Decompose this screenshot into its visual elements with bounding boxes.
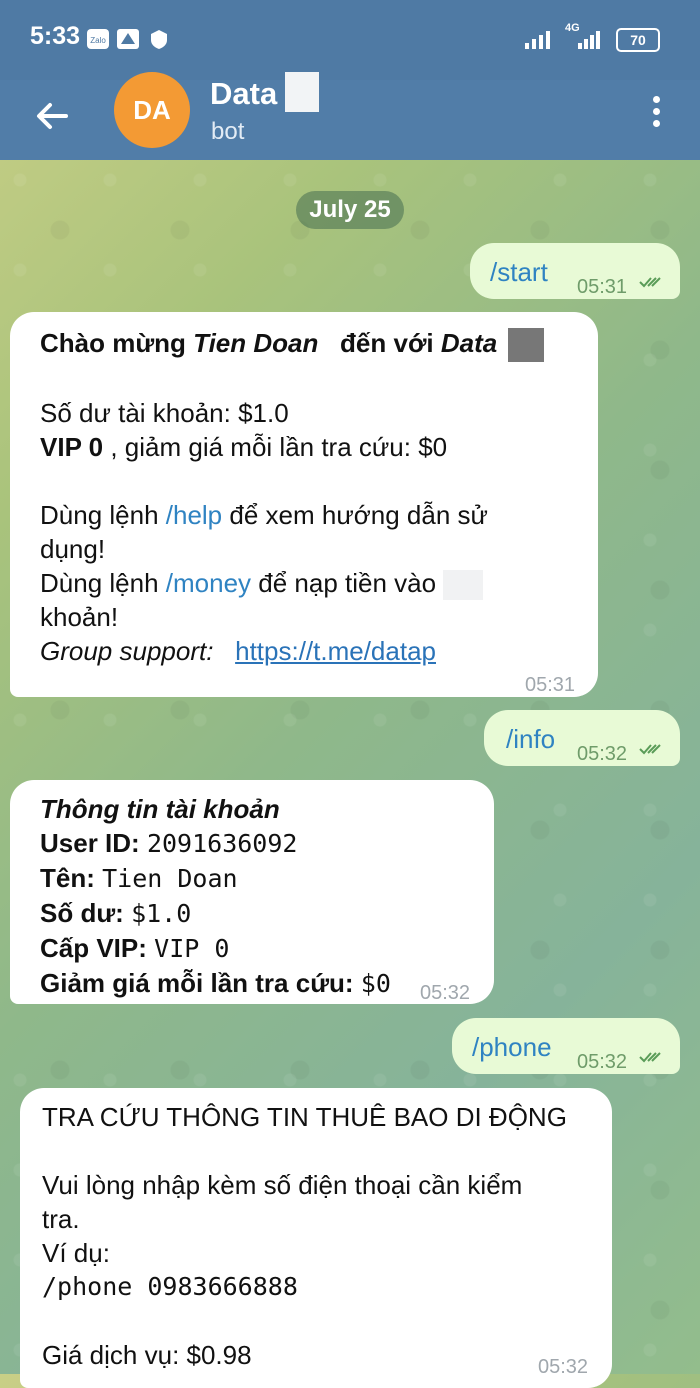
zalo-icon: Zalo <box>87 29 109 49</box>
redacted-block <box>508 328 545 363</box>
message-time: 05:32 <box>577 1051 628 1073</box>
account-info-title: Thông tin tài khoản <box>40 792 464 826</box>
money-command-link[interactable]: /money <box>166 568 251 598</box>
read-receipt-icon <box>639 277 661 288</box>
welcome-prefix: Chào mừng <box>40 328 194 358</box>
vip-level: VIP 0 <box>40 432 104 463</box>
message-time: 05:32 <box>577 743 628 765</box>
signal-icon <box>525 31 550 49</box>
message-text: /info <box>506 724 556 754</box>
info-label: Giảm giá mỗi lần tra cứu: <box>40 968 354 998</box>
info-label: Số dư: <box>40 898 124 928</box>
battery-icon: 70 <box>616 28 660 52</box>
info-label: Cấp VIP: <box>40 933 147 963</box>
signal-icon-2 <box>578 31 600 49</box>
incoming-message-phone-lookup[interactable]: TRA CỨU THÔNG TIN THUÊ BAO DI ĐỘNG Vui l… <box>20 1088 612 1388</box>
svg-text:Zalo: Zalo <box>90 36 106 45</box>
welcome-mid: đến với <box>340 328 441 358</box>
lookup-instruction-2: tra. <box>42 1204 80 1234</box>
welcome-bot: Data <box>440 328 498 358</box>
read-receipt-icon <box>639 1052 661 1063</box>
incoming-message-account-info[interactable]: Thông tin tài khoản User ID: 2091636092 … <box>10 780 494 1004</box>
money-prefix: Dùng lệnh <box>40 568 166 599</box>
lookup-title: TRA CỨU THÔNG TIN THUÊ BAO DI ĐỘNG <box>42 1102 567 1132</box>
info-label: User ID: <box>40 828 140 858</box>
bot-avatar[interactable]: DA <box>114 72 190 148</box>
help-line: Dùng lệnh /help để xem hướng dẫn sử <box>40 498 568 532</box>
chat-header: DA Data bot <box>0 72 700 160</box>
info-value: Tien Doan <box>102 864 238 893</box>
more-options-icon[interactable] <box>648 96 664 132</box>
lookup-instruction: Vui lòng nhập kèm số điện thoại cần kiểm <box>42 1170 523 1200</box>
info-row: Giảm giá mỗi lần tra cứu: $0 <box>40 966 464 1001</box>
outgoing-message-start[interactable]: /start 05:31 <box>470 243 680 299</box>
info-value: $0 <box>360 969 391 998</box>
info-value: 2091636092 <box>146 829 298 858</box>
info-row: Cấp VIP: VIP 0 <box>40 931 464 966</box>
group-support-label: Group support: <box>40 636 214 667</box>
status-bar: 5:33 Zalo 4G 70 <box>0 0 700 80</box>
welcome-line: Chào mừng Tien Doan đến với Data <box>40 326 568 363</box>
date-separator: July 25 <box>296 191 404 229</box>
help-suffix: để xem hướng dẫn sử <box>222 500 488 531</box>
message-text: /start <box>490 257 548 287</box>
vip-rest: , giảm giá mỗi lần tra cứu: $0 <box>103 432 448 463</box>
info-row: Tên: Tien Doan <box>40 861 464 896</box>
info-row: Số dư: $1.0 <box>40 896 464 931</box>
chat-subtitle: bot <box>211 118 245 145</box>
balance-line: Số dư tài khoản: $1.0 <box>40 398 289 429</box>
info-value: VIP 0 <box>154 934 230 963</box>
group-support-link[interactable]: https://t.me/datap <box>235 636 436 666</box>
info-row: User ID: 2091636092 <box>40 826 464 861</box>
welcome-name: Tien Doan <box>193 328 319 358</box>
message-time: 05:32 <box>420 982 471 1004</box>
back-arrow-icon[interactable] <box>32 96 72 136</box>
battery-level: 70 <box>630 32 646 48</box>
incoming-message-welcome[interactable]: Chào mừng Tien Doan đến với Data Số dư t… <box>10 312 598 697</box>
avatar-initials: DA <box>133 94 171 125</box>
message-time: 05:31 <box>577 276 628 298</box>
shield-notification-icon <box>151 30 167 49</box>
service-price: Giá dịch vụ: $0.98 <box>42 1340 252 1370</box>
status-time: 5:33 <box>30 22 81 50</box>
money-line: Dùng lệnh /money để nạp tiền vào <box>40 566 568 601</box>
outgoing-message-info[interactable]: /info 05:32 <box>484 710 680 766</box>
read-receipt-icon <box>639 744 661 755</box>
help-command-link[interactable]: /help <box>166 500 222 530</box>
group-support-line: Group support: https://t.me/datap <box>40 634 568 668</box>
info-label: Tên: <box>40 863 95 893</box>
vip-line: VIP 0 , giảm giá mỗi lần tra cứu: $0 <box>40 430 568 464</box>
help-prefix: Dùng lệnh <box>40 500 166 531</box>
redacted-text <box>443 570 484 601</box>
money-suffix-2: khoản! <box>40 602 119 633</box>
example-label: Ví dụ: <box>42 1238 110 1268</box>
example-command: /phone 0983666888 <box>42 1272 298 1301</box>
help-suffix-2: dụng! <box>40 534 106 565</box>
message-text: /phone <box>472 1032 552 1062</box>
app-notification-icon <box>117 29 139 49</box>
title-redaction <box>285 72 319 112</box>
account-info-title-text: Thông tin tài khoản <box>40 794 280 824</box>
outgoing-message-phone[interactable]: /phone 05:32 <box>452 1018 680 1074</box>
message-time: 05:32 <box>538 1356 589 1378</box>
money-suffix: để nạp tiền vào <box>251 568 437 599</box>
chat-title[interactable]: Data <box>210 76 277 112</box>
info-value: $1.0 <box>131 899 192 928</box>
message-time: 05:31 <box>525 674 576 696</box>
